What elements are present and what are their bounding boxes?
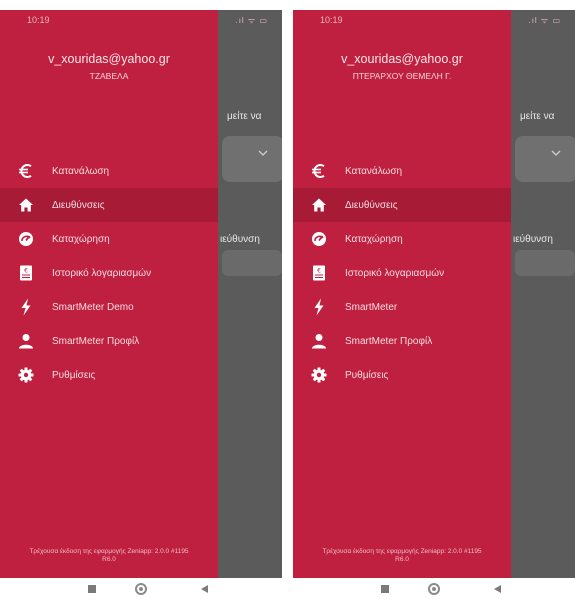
bolt-icon (0, 298, 52, 316)
svg-text:€: € (317, 268, 321, 275)
menu-item-label: Διευθύνσεις (345, 199, 398, 211)
status-bar: 10:19 .ıl ᯤ ▭ (0, 10, 282, 30)
background-text: ιεύθυνση (220, 234, 260, 245)
background-text: ιεύθυνση (513, 234, 553, 245)
background-dropdown[interactable] (222, 136, 282, 182)
gauge-icon (293, 231, 345, 247)
menu-item[interactable]: € Ιστορικό λογαριασμών (293, 256, 511, 290)
home-button[interactable] (135, 583, 147, 595)
app-version-line: Τρέχουσα έκδοση της εφαρμογής Zeniapp: 2… (29, 548, 189, 555)
background-text: μείτε να (227, 111, 262, 122)
status-time: 10:19 (27, 15, 50, 25)
drawer-menu: Κατανάλωση Διευθύνσεις Καταχώρηση € Ιστορικό… (0, 154, 218, 392)
back-button[interactable] (494, 585, 501, 593)
euro-icon (0, 162, 52, 180)
menu-item[interactable]: Ρυθμίσεις (293, 358, 511, 392)
navigation-drawer: v_xouridas@yahoo.gr ΠΤΕΡΑΡΧΟΥ ΘΕΜΕΛΗ Γ. … (293, 10, 511, 578)
recents-button[interactable] (88, 585, 96, 593)
bill-icon: € (293, 265, 345, 281)
phone-screen: μείτε να ιεύθυνση v_xouridas@yahoo.gr ΠΤ… (293, 10, 575, 578)
menu-item[interactable]: SmartMeter (293, 290, 511, 324)
user-email: v_xouridas@yahoo.gr (48, 52, 170, 66)
menu-item-label: Κατανάλωση (52, 165, 110, 177)
app-version-build: R6.0 (395, 556, 409, 563)
home-icon (0, 197, 52, 213)
menu-item-label: SmartMeter (345, 301, 398, 313)
app-version: Τρέχουσα έκδοση της εφαρμογής Zeniapp: 2… (293, 548, 511, 564)
status-time: 10:19 (320, 15, 343, 25)
chevron-down-icon (258, 150, 268, 156)
status-bar: 10:19 .ıl ᯤ ▭ (293, 10, 575, 30)
background-text: μείτε να (520, 111, 555, 122)
user-name: ΤΖΑΒΕΛΑ (89, 71, 129, 81)
menu-item-label: Ιστορικό λογαριασμών (345, 267, 445, 279)
menu-item[interactable]: Διευθύνσεις (0, 188, 218, 222)
menu-item[interactable]: SmartMeter Προφίλ (0, 324, 218, 358)
home-button[interactable] (428, 583, 440, 595)
gear-icon (293, 367, 345, 383)
bolt-icon (293, 298, 345, 316)
svg-text:€: € (24, 268, 28, 275)
menu-item-label: Ρυθμίσεις (52, 369, 96, 381)
chevron-down-icon (551, 150, 561, 156)
app-version: Τρέχουσα έκδοση της εφαρμογής Zeniapp: 2… (0, 548, 218, 564)
navigation-drawer: v_xouridas@yahoo.gr ΤΖΑΒΕΛΑ Κατανάλωση Δι… (0, 10, 218, 578)
status-icons: .ıl ᯤ ▭ (235, 16, 268, 25)
status-icons: .ıl ᯤ ▭ (528, 16, 561, 25)
menu-item[interactable]: SmartMeter Demo (0, 290, 218, 324)
menu-item-label: Ιστορικό λογαριασμών (52, 267, 152, 279)
menu-item[interactable]: SmartMeter Προφίλ (293, 324, 511, 358)
drawer-menu: Κατανάλωση Διευθύνσεις Καταχώρηση € Ιστορικό… (293, 154, 511, 392)
app-version-build: R6.0 (102, 556, 116, 563)
background-input[interactable] (222, 250, 282, 276)
menu-item[interactable]: Καταχώρηση (293, 222, 511, 256)
home-icon (293, 197, 345, 213)
menu-item-label: Καταχώρηση (52, 233, 110, 245)
menu-item-label: Κατανάλωση (345, 165, 403, 177)
menu-item[interactable]: Κατανάλωση (0, 154, 218, 188)
user-email: v_xouridas@yahoo.gr (341, 52, 463, 66)
user-name: ΠΤΕΡΑΡΧΟΥ ΘΕΜΕΛΗ Γ. (352, 71, 452, 81)
android-nav-bar (293, 580, 575, 599)
phone-screen: μείτε να ιεύθυνση v_xouridas@yahoo.gr ΤΖ… (0, 10, 282, 578)
menu-item-label: SmartMeter Προφίλ (345, 335, 433, 347)
background-dropdown[interactable] (515, 136, 575, 182)
back-button[interactable] (201, 585, 208, 593)
app-version-line: Τρέχουσα έκδοση της εφαρμογής Zeniapp: 2… (322, 548, 482, 555)
menu-item[interactable]: Ρυθμίσεις (0, 358, 218, 392)
euro-icon (293, 162, 345, 180)
background-input[interactable] (515, 250, 575, 276)
screenshot-left: μείτε να ιεύθυνση v_xouridas@yahoo.gr ΤΖ… (0, 0, 282, 599)
menu-item[interactable]: € Ιστορικό λογαριασμών (0, 256, 218, 290)
menu-item-label: SmartMeter Προφίλ (52, 335, 140, 347)
android-nav-bar (0, 580, 282, 599)
person-icon (0, 333, 52, 349)
menu-item-label: Καταχώρηση (345, 233, 403, 245)
menu-item-label: Ρυθμίσεις (345, 369, 389, 381)
menu-item[interactable]: Κατανάλωση (293, 154, 511, 188)
menu-item[interactable]: Καταχώρηση (0, 222, 218, 256)
person-icon (293, 333, 345, 349)
screenshot-right: μείτε να ιεύθυνση v_xouridas@yahoo.gr ΠΤ… (293, 0, 575, 599)
menu-item[interactable]: Διευθύνσεις (293, 188, 511, 222)
gear-icon (0, 367, 52, 383)
gauge-icon (0, 231, 52, 247)
recents-button[interactable] (381, 585, 389, 593)
bill-icon: € (0, 265, 52, 281)
menu-item-label: SmartMeter Demo (52, 301, 134, 313)
menu-item-label: Διευθύνσεις (52, 199, 105, 211)
